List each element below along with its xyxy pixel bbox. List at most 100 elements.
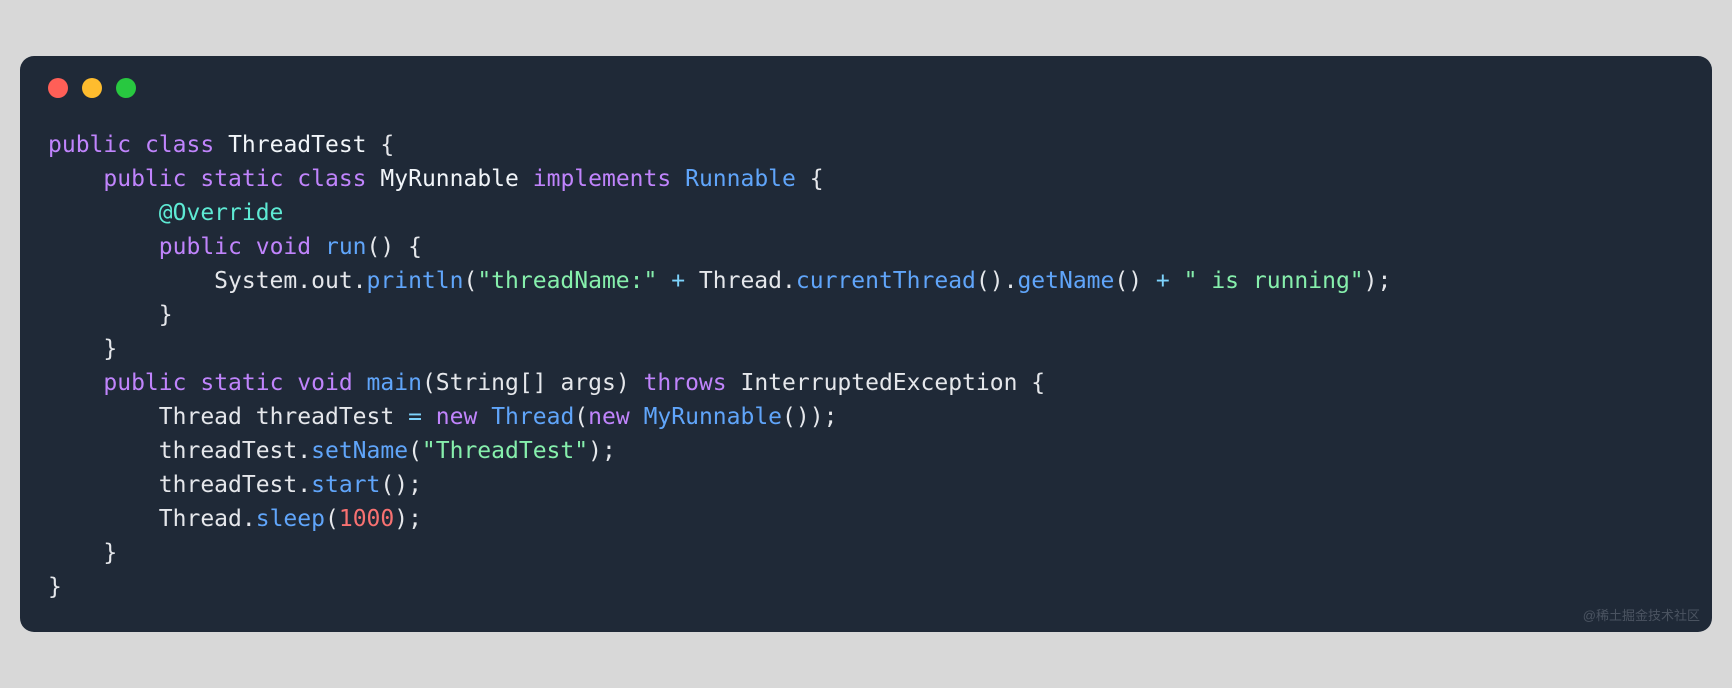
code-token: . — [297, 472, 311, 498]
code-block: public class ThreadTest { public static … — [48, 128, 1684, 604]
close-icon[interactable] — [48, 78, 68, 98]
code-token: + — [1156, 268, 1170, 294]
code-token: implements — [533, 166, 671, 192]
code-token — [630, 404, 644, 430]
code-token — [214, 132, 228, 158]
code-token: Thread — [699, 268, 782, 294]
code-token: main — [367, 370, 422, 396]
code-token — [283, 166, 297, 192]
code-token: 1000 — [339, 506, 394, 532]
code-token: new — [436, 404, 478, 430]
code-token: (). — [976, 268, 1018, 294]
code-token — [48, 234, 159, 260]
code-token: { — [1017, 370, 1045, 396]
code-token: threadTest — [159, 472, 297, 498]
code-token: throws — [644, 370, 727, 396]
code-token — [477, 404, 491, 430]
code-token: public — [103, 166, 186, 192]
code-token: ThreadTest — [228, 132, 366, 158]
code-token: String — [436, 370, 519, 396]
code-token — [394, 404, 408, 430]
code-token: start — [311, 472, 380, 498]
code-token: setName — [311, 438, 408, 464]
code-token: ( — [325, 506, 339, 532]
code-token: . — [353, 268, 367, 294]
code-token: run — [325, 234, 367, 260]
code-token: ( — [422, 370, 436, 396]
code-token: . — [242, 506, 256, 532]
code-token: Runnable — [685, 166, 796, 192]
code-token: { — [367, 132, 395, 158]
code-token: { — [796, 166, 824, 192]
code-token — [131, 132, 145, 158]
code-token: threadTest — [256, 404, 394, 430]
code-token — [48, 268, 214, 294]
code-token: System — [214, 268, 297, 294]
code-token: args — [560, 370, 615, 396]
code-token: static — [200, 166, 283, 192]
code-token: threadTest — [159, 438, 297, 464]
code-token: " is running" — [1184, 268, 1364, 294]
code-token — [283, 370, 297, 396]
code-token: ()); — [782, 404, 837, 430]
code-token: } — [48, 302, 173, 328]
code-token — [671, 166, 685, 192]
code-token — [48, 506, 159, 532]
code-token: [] — [519, 370, 561, 396]
code-token — [48, 404, 159, 430]
code-token — [311, 234, 325, 260]
code-token: () { — [367, 234, 422, 260]
watermark-text: @稀土掘金技术社区 — [1583, 605, 1700, 624]
code-token: class — [145, 132, 214, 158]
code-token: void — [297, 370, 352, 396]
code-token — [48, 438, 159, 464]
code-token — [242, 404, 256, 430]
code-token: ( — [408, 438, 422, 464]
code-token: = — [408, 404, 422, 430]
code-token: class — [297, 166, 366, 192]
code-token: Thread — [491, 404, 574, 430]
minimize-icon[interactable] — [82, 78, 102, 98]
code-token: () — [1114, 268, 1156, 294]
code-token: @Override — [159, 200, 284, 226]
code-token — [242, 234, 256, 260]
code-token: sleep — [256, 506, 325, 532]
code-token: public — [103, 370, 186, 396]
code-token: . — [297, 268, 311, 294]
code-token: ( — [574, 404, 588, 430]
code-token: void — [256, 234, 311, 260]
code-token: MyRunnable — [380, 166, 518, 192]
code-token: ( — [463, 268, 477, 294]
code-token: } — [48, 574, 62, 600]
code-token: new — [588, 404, 630, 430]
window-traffic-lights — [48, 78, 1684, 98]
code-token: getName — [1017, 268, 1114, 294]
code-token — [1170, 268, 1184, 294]
code-token — [422, 404, 436, 430]
zoom-icon[interactable] — [116, 78, 136, 98]
code-token — [727, 370, 741, 396]
code-token: (); — [380, 472, 422, 498]
code-window: public class ThreadTest { public static … — [20, 56, 1712, 632]
code-token — [353, 370, 367, 396]
code-token: ); — [1364, 268, 1392, 294]
code-token: . — [782, 268, 796, 294]
code-token: ); — [394, 506, 422, 532]
code-token — [186, 370, 200, 396]
code-token — [48, 200, 159, 226]
code-token: } — [48, 540, 117, 566]
code-token: } — [48, 336, 117, 362]
code-token: public — [159, 234, 242, 260]
code-token: currentThread — [796, 268, 976, 294]
code-token: MyRunnable — [644, 404, 782, 430]
code-token: + — [671, 268, 685, 294]
code-token: Thread — [159, 506, 242, 532]
code-token — [519, 166, 533, 192]
code-token: static — [200, 370, 283, 396]
code-token: out — [311, 268, 353, 294]
code-token — [685, 268, 699, 294]
code-token: println — [367, 268, 464, 294]
code-token — [657, 268, 671, 294]
code-token: ) — [616, 370, 644, 396]
code-token: . — [297, 438, 311, 464]
